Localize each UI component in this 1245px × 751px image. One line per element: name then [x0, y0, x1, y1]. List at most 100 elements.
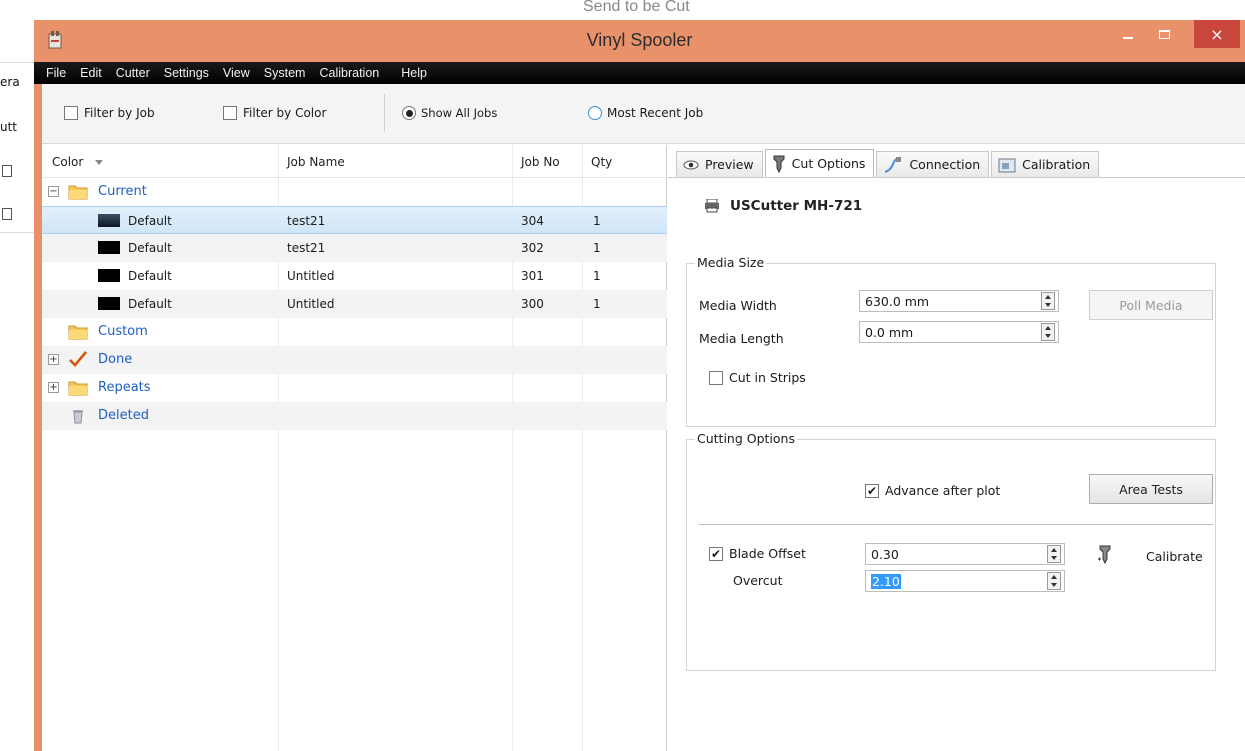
job-color: Default [128, 214, 172, 228]
filter-by-color-box[interactable] [223, 106, 237, 120]
show-all-jobs-label: Show All Jobs [421, 106, 498, 120]
cutter-heading: USCutter MH-721 [704, 198, 862, 214]
group-label-deleted: Deleted [98, 408, 149, 423]
table-row[interactable]: Default test21 304 1 [42, 206, 667, 234]
media-length-label: Media Length [699, 331, 784, 346]
title-bar[interactable]: Vinyl Spooler × [34, 20, 1245, 62]
cutting-options-group: Cutting Options ✔ Advance after plot Are… [686, 431, 1216, 671]
cable-icon [883, 156, 903, 174]
overcut-label: Overcut [733, 573, 783, 588]
vinyl-spooler-window: Vinyl Spooler × File Edit Cutter Setting… [34, 20, 1245, 751]
area-tests-button[interactable]: Area Tests [1089, 474, 1213, 504]
job-list-header: Color Job Name Job No Qty [42, 145, 667, 178]
tab-cut-options[interactable]: Cut Options [764, 149, 875, 177]
background-divider [0, 62, 34, 63]
blade-calibrate-icon[interactable] [1097, 545, 1113, 565]
tab-preview[interactable]: Preview [676, 151, 763, 177]
column-color-header[interactable]: Color [52, 155, 104, 169]
cutting-options-title: Cutting Options [695, 431, 797, 446]
filter-by-color-checkbox[interactable]: Filter by Color [223, 106, 326, 120]
job-qty: 1 [593, 297, 601, 311]
media-length-field[interactable]: 0.0 mm [859, 321, 1059, 343]
cutter-name: USCutter MH-721 [730, 198, 863, 214]
column-job-name-header[interactable]: Job Name [287, 155, 345, 169]
calibration-icon [998, 157, 1016, 173]
menu-settings[interactable]: Settings [164, 66, 209, 80]
media-width-value: 630.0 mm [865, 294, 930, 309]
most-recent-job-radio-dot[interactable] [588, 106, 602, 120]
table-row[interactable]: Default test21 302 1 [42, 234, 667, 262]
show-all-jobs-radio[interactable]: Show All Jobs [402, 106, 497, 120]
table-row[interactable]: Default Untitled 301 1 [42, 262, 667, 290]
minimize-button[interactable] [1114, 20, 1142, 48]
tree-group-repeats[interactable]: + Repeats [42, 374, 667, 402]
most-recent-job-radio[interactable]: Most Recent Job [588, 106, 703, 120]
table-row[interactable]: Default Untitled 300 1 [42, 290, 667, 318]
blade-icon [772, 155, 786, 173]
maximize-icon [1158, 29, 1170, 39]
overcut-field[interactable]: 2.10 [865, 570, 1065, 592]
tree-group-done[interactable]: + Done [42, 346, 667, 374]
maximize-button[interactable] [1150, 20, 1178, 48]
menu-system[interactable]: System [264, 66, 306, 80]
tree-group-deleted[interactable]: Deleted [42, 402, 667, 430]
calibrate-label[interactable]: Calibrate [1146, 549, 1203, 564]
filter-by-job-box[interactable] [64, 106, 78, 120]
spinner-arrows-icon[interactable] [1041, 292, 1055, 310]
expand-icon[interactable]: + [48, 382, 59, 393]
column-qty-header[interactable]: Qty [591, 155, 612, 169]
spinner-arrows-icon[interactable] [1047, 545, 1061, 563]
spinner-arrows-icon[interactable] [1047, 572, 1061, 590]
tab-strip: Preview Cut Options Connection Calibrati… [676, 149, 1101, 177]
media-size-group: Media Size Media Width 630.0 mm Media Le… [686, 255, 1216, 427]
checkmark-icon[interactable]: ✔ [709, 546, 723, 561]
color-swatch [98, 269, 120, 282]
filter-toolbar: Filter by Job Filter by Color Show All J… [42, 84, 1245, 144]
job-name: test21 [287, 241, 326, 255]
job-number: 301 [521, 269, 544, 283]
menu-view[interactable]: View [223, 66, 250, 80]
blade-offset-field[interactable]: 0.30 [865, 543, 1065, 565]
menu-calibration[interactable]: Calibration [319, 66, 379, 80]
checkmark-icon[interactable]: ✔ [865, 483, 879, 498]
tab-connection[interactable]: Connection [876, 151, 990, 177]
show-all-jobs-radio-dot[interactable] [402, 106, 416, 120]
group-label-custom: Custom [98, 324, 148, 339]
poll-media-button[interactable]: Poll Media [1089, 290, 1213, 320]
filter-by-job-label: Filter by Job [84, 106, 155, 120]
media-size-title: Media Size [695, 255, 767, 270]
menu-file[interactable]: File [46, 66, 66, 80]
tree-group-custom[interactable]: Custom [42, 318, 667, 346]
cut-in-strips-checkbox[interactable]: Cut in Strips [709, 370, 806, 385]
tab-connection-label: Connection [909, 157, 981, 172]
column-job-no-header[interactable]: Job No [521, 155, 560, 169]
color-swatch [98, 297, 120, 310]
background-checkbox-2 [2, 208, 12, 220]
close-button[interactable]: × [1194, 20, 1240, 48]
toolbar-separator [384, 94, 385, 132]
cut-in-strips-box[interactable] [709, 370, 723, 385]
menu-help[interactable]: Help [401, 66, 427, 80]
expand-icon[interactable]: + [48, 354, 59, 365]
job-qty: 1 [593, 241, 601, 255]
menu-edit[interactable]: Edit [80, 66, 102, 80]
background-fragment-2: utt [0, 120, 18, 134]
tab-calibration[interactable]: Calibration [991, 151, 1100, 177]
client-area: Filter by Job Filter by Color Show All J… [42, 84, 1245, 751]
most-recent-job-label: Most Recent Job [607, 106, 704, 120]
job-name: test21 [287, 214, 326, 228]
spinner-arrows-icon[interactable] [1041, 323, 1055, 341]
advance-after-plot-checkbox[interactable]: ✔ Advance after plot [865, 483, 1000, 498]
menu-cutter[interactable]: Cutter [116, 66, 150, 80]
blade-offset-checkbox[interactable]: ✔ Blade Offset [709, 546, 806, 561]
job-qty: 1 [593, 269, 601, 283]
media-width-field[interactable]: 630.0 mm [859, 290, 1059, 312]
close-icon: × [1210, 24, 1224, 44]
job-qty: 1 [593, 214, 601, 228]
job-number: 300 [521, 297, 544, 311]
filter-by-job-checkbox[interactable]: Filter by Job [64, 106, 155, 120]
tree-group-current[interactable]: − Current [42, 178, 667, 206]
collapse-icon[interactable]: − [48, 186, 59, 197]
options-panel: Preview Cut Options Connection Calibrati… [668, 145, 1245, 751]
group-label-repeats: Repeats [98, 380, 151, 395]
